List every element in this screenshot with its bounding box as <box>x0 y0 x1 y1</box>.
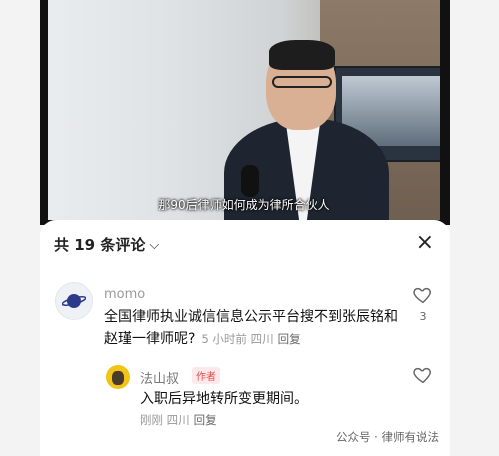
like-button[interactable] <box>412 364 434 386</box>
reply-username[interactable]: 法山叔 <box>140 368 179 387</box>
comment-text: 全国律师执业诚信信息公示平台搜不到张辰铭和赵瑾一律师呢? 5 小时前 四川 回复 <box>104 306 404 350</box>
heart-icon <box>413 287 431 304</box>
screenshot: 那90后律师如何成为律所合伙人 共 19 条评论 ⌵ × momo 全国律师执业诚… <box>0 0 499 456</box>
like-count: 3 <box>419 310 427 323</box>
avatar[interactable] <box>106 365 130 389</box>
presenter-hair <box>269 40 335 70</box>
reply-button[interactable]: 回复 <box>194 413 217 427</box>
author-badge: 作者 <box>192 367 220 384</box>
reply-time: 刚刚 <box>140 413 163 427</box>
chevron-down-icon: ⌵ <box>149 238 160 253</box>
reply-meta: 刚刚 四川 回复 <box>140 412 217 428</box>
comment-username[interactable]: momo <box>104 287 145 302</box>
reply-text: 入职后异地转所变更期间。 <box>140 391 308 407</box>
avatar[interactable] <box>55 282 93 320</box>
like-button[interactable] <box>412 284 434 306</box>
watermark: 公众号 · 律师有说法 <box>336 430 439 444</box>
comment-time: 5 小时前 <box>201 332 247 346</box>
close-icon[interactable]: × <box>416 230 434 255</box>
presenter-glasses <box>272 76 332 88</box>
comment-meta: 5 小时前 四川 回复 <box>201 332 300 346</box>
reply-location: 四川 <box>166 413 190 427</box>
reply-button[interactable]: 回复 <box>278 332 301 346</box>
planet-icon <box>62 294 86 308</box>
comments-header[interactable]: 共 19 条评论 ⌵ <box>54 234 159 255</box>
video-subtitle: 那90后律师如何成为律所合伙人 <box>158 198 330 212</box>
comments-sheet: 共 19 条评论 ⌵ × momo 全国律师执业诚信信息公示平台搜不到张辰铭和赵瑾… <box>40 220 450 456</box>
microphone <box>241 165 259 197</box>
heart-icon <box>413 367 431 384</box>
comments-count-title: 共 19 条评论 <box>54 236 146 254</box>
video-player[interactable]: 那90后律师如何成为律所合伙人 <box>48 0 440 220</box>
comment-location: 四川 <box>250 332 274 346</box>
